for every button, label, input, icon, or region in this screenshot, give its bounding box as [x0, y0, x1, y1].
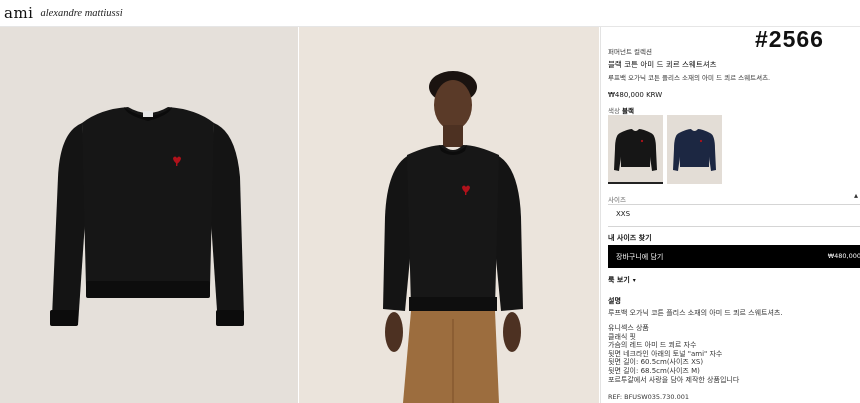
product-reference: REF: BFUSW035.730.001: [608, 393, 689, 401]
swatch-navy[interactable]: [667, 115, 722, 184]
chevron-up-icon[interactable]: ▴: [854, 191, 858, 200]
add-to-cart-button[interactable]: 장바구니에 담기 ₩480,000: [608, 245, 860, 268]
size-option-value[interactable]: XXS: [616, 210, 630, 218]
product-image-model[interactable]: [299, 27, 599, 403]
model-image: [299, 27, 599, 403]
product-info: 퍼머넌트 컬렉션 블랙 코튼 아미 드 쾨르 스웨트셔츠 루프백 오가닉 코튼 …: [608, 46, 858, 99]
size-select[interactable]: [608, 205, 860, 227]
product-info-panel: 퍼머넌트 컬렉션 블랙 코튼 아미 드 쾨르 스웨트셔츠 루프백 오가닉 코튼 …: [600, 27, 860, 403]
feature-list: 유니섹스 상품 클래식 핏 가슴의 레드 아미 드 쾨르 자수 뒷면 네크라인 …: [608, 324, 739, 384]
feature-item: 클래식 핏: [608, 332, 636, 341]
product-image-flat[interactable]: [0, 27, 298, 403]
description-text: 루프백 오가닉 코튼 플리스 소재의 아미 드 쾨르 스웨트셔츠.: [608, 309, 783, 317]
product-price: ₩480,000 KRW: [608, 91, 663, 99]
site-header: ami alexandre mattiussi: [0, 0, 860, 27]
color-value: 블랙: [622, 107, 635, 115]
sku-label: #2566: [755, 26, 824, 52]
sweatshirt-flat-image: [0, 27, 298, 403]
swatch-black-image: [614, 129, 657, 171]
color-label: 색상 블랙: [608, 105, 634, 115]
color-label-text: 색상: [608, 107, 620, 115]
product-name: 블랙 코튼 아미 드 쾨르 스웨트셔츠: [608, 60, 717, 69]
feature-item: 뒷면 길이: 60.5cm(사이즈 XS): [608, 358, 704, 367]
swatch-black[interactable]: [608, 115, 663, 184]
look-toggle-label: 룩 보기: [608, 276, 630, 284]
add-to-cart-price: ₩480,000: [827, 252, 860, 260]
feature-item: 뒷면 길이: 68.5cm(사이즈 M): [608, 366, 700, 375]
description-title: 설명: [608, 297, 621, 305]
product-short-description: 루프백 오가닉 코튼 플리스 소재의 아미 드 쾨르 스웨트셔츠.: [608, 74, 771, 82]
size-guide-link[interactable]: 내 사이즈 찾기: [608, 233, 652, 243]
feature-item: 가슴의 레드 아미 드 쾨르 자수: [608, 341, 697, 350]
feature-item: 포르투갈에서 사랑을 담아 제작한 상품입니다: [608, 375, 740, 384]
swatch-navy-image: [673, 129, 716, 171]
chevron-down-icon: ▾: [632, 277, 636, 284]
look-toggle[interactable]: 룩 보기 ▾: [608, 275, 636, 285]
feature-item: 유니섹스 상품: [608, 324, 649, 332]
size-label: 사이즈: [608, 196, 626, 204]
brand-sublogo: alexandre mattiussi: [40, 7, 123, 19]
add-to-cart-label: 장바구니에 담기: [616, 253, 664, 261]
brand-logo[interactable]: ami: [4, 4, 33, 22]
